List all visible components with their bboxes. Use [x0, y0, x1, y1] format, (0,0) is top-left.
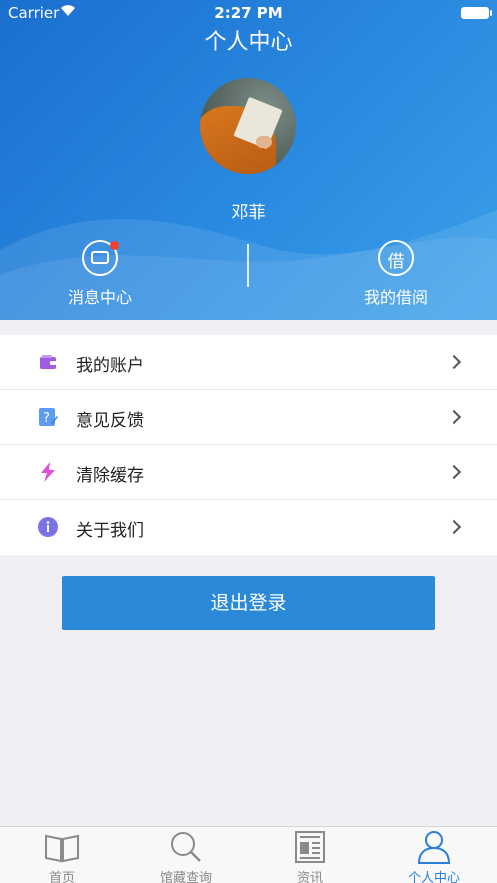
- tab-label: 资讯: [296, 871, 323, 883]
- status-bar: Carrier 2:27 PM: [0, 0, 497, 26]
- svg-text:?: ?: [43, 411, 50, 426]
- menu-item-about[interactable]: 关于我们: [0, 500, 497, 555]
- menu-item-label: 关于我们: [76, 521, 144, 541]
- message-center-button[interactable]: 消息中心: [0, 240, 200, 308]
- menu-item-label: 清除缓存: [76, 466, 144, 486]
- status-time: 2:27 PM: [214, 4, 283, 22]
- tab-news[interactable]: 资讯: [248, 827, 372, 883]
- user-icon: [417, 831, 451, 864]
- tab-bar: 首页 馆藏查询 资讯 个人中心: [0, 826, 497, 883]
- menu-item-feedback[interactable]: ? 意见反馈: [0, 390, 497, 445]
- feedback-icon: ?: [39, 408, 58, 426]
- lightning-icon: [41, 462, 55, 482]
- info-icon: [38, 517, 58, 537]
- menu-item-label: 意见反馈: [76, 411, 144, 431]
- chevron-right-icon: [446, 464, 462, 480]
- tab-label: 个人中心: [407, 871, 460, 883]
- wallet-icon: [40, 355, 56, 369]
- logout-button[interactable]: 退出登录: [62, 576, 435, 630]
- page-title: 个人中心: [204, 30, 293, 55]
- news-icon: [295, 831, 325, 863]
- my-borrowing-button[interactable]: 借 我的借阅: [296, 240, 496, 308]
- my-borrowing-label: 我的借阅: [363, 288, 428, 307]
- message-center-label: 消息中心: [67, 288, 132, 307]
- search-icon: [171, 832, 201, 862]
- unread-dot: [110, 241, 119, 250]
- chevron-right-icon: [446, 409, 462, 425]
- header-divider: [247, 244, 249, 287]
- menu-item-clear-cache[interactable]: 清除缓存: [0, 445, 497, 500]
- borrow-icon: 借: [378, 240, 414, 276]
- tab-label: 馆藏查询: [159, 871, 212, 883]
- tab-home[interactable]: 首页: [0, 827, 124, 883]
- tab-profile[interactable]: 个人中心: [372, 827, 496, 883]
- chevron-right-icon: [446, 519, 462, 535]
- menu-item-account[interactable]: 我的账户: [0, 335, 497, 390]
- username: 邓菲: [231, 203, 266, 223]
- book-icon: [45, 834, 79, 863]
- chevron-right-icon: [446, 354, 462, 370]
- tab-label: 首页: [48, 871, 75, 883]
- settings-menu: 我的账户 ? 意见反馈 清除缓存 关于我们: [0, 335, 497, 555]
- message-icon: [82, 240, 119, 276]
- tab-collection-search[interactable]: 馆藏查询: [124, 827, 248, 883]
- battery-icon: [461, 7, 492, 19]
- menu-item-label: 我的账户: [76, 356, 144, 376]
- avatar[interactable]: [200, 78, 296, 174]
